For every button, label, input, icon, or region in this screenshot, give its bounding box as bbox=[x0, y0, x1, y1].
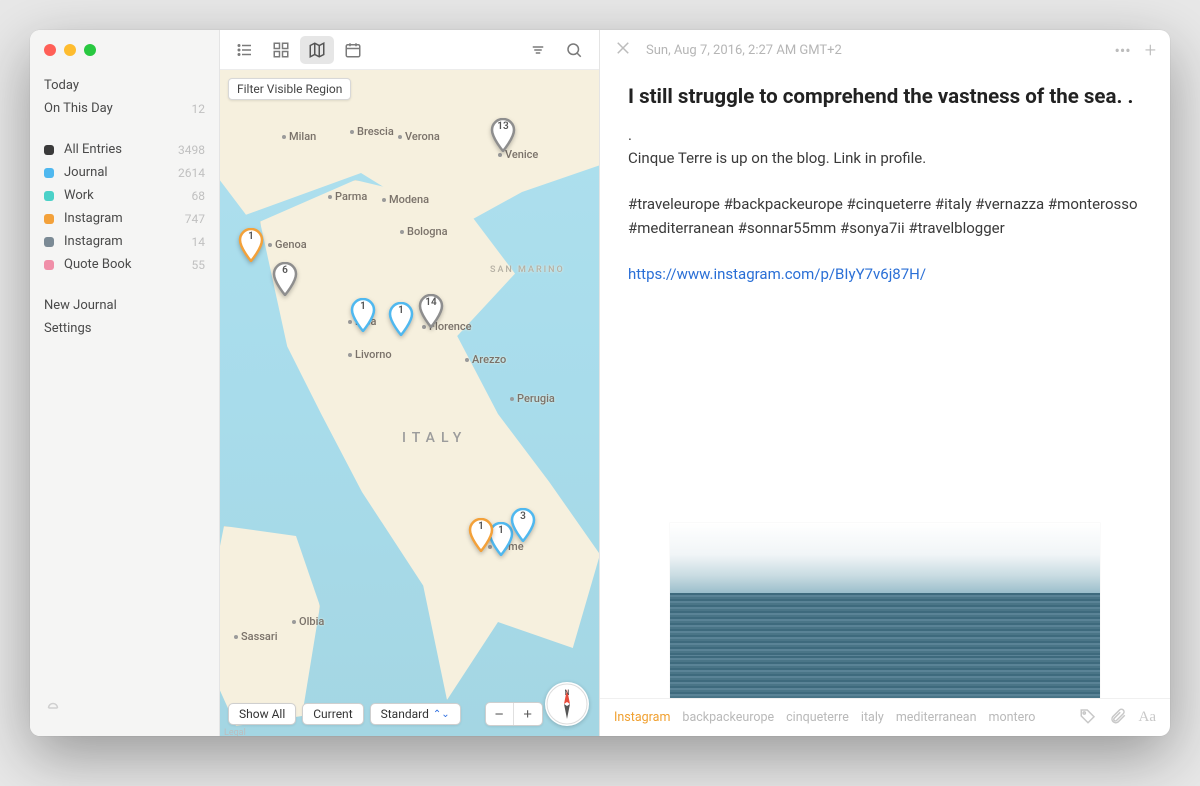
sidebar-journal-item[interactable]: Quote Book55 bbox=[30, 253, 219, 276]
sidebar-journal-item[interactable]: Instagram747 bbox=[30, 207, 219, 230]
city-label: Livorno bbox=[348, 348, 392, 361]
minimize-window-icon[interactable] bbox=[64, 44, 76, 56]
list-view-button[interactable] bbox=[228, 36, 262, 64]
legal-link[interactable]: Legal bbox=[224, 728, 246, 736]
country-label: ITALY bbox=[402, 430, 467, 446]
text-style-icon[interactable]: Aa bbox=[1139, 709, 1157, 726]
zoom-out-button[interactable]: − bbox=[486, 703, 514, 725]
sidebar-item-settings[interactable]: Settings bbox=[30, 317, 219, 340]
entry-body: I still struggle to comprehend the vastn… bbox=[600, 70, 1170, 698]
map-pin[interactable]: 1 bbox=[238, 228, 264, 262]
entry-tag[interactable]: montero bbox=[988, 710, 1035, 725]
sidebar-journal-item[interactable]: Work68 bbox=[30, 184, 219, 207]
sidebar-item-today[interactable]: Today bbox=[30, 74, 219, 97]
entry-tag[interactable]: mediterranean bbox=[896, 710, 977, 725]
zoom-in-button[interactable]: + bbox=[514, 703, 542, 725]
sync-status-icon bbox=[30, 696, 219, 726]
city-label: Verona bbox=[398, 130, 440, 143]
map-pin[interactable]: 13 bbox=[490, 118, 516, 152]
calendar-view-button[interactable] bbox=[336, 36, 370, 64]
city-label: Modena bbox=[382, 193, 429, 206]
entry-tag[interactable]: cinqueterre bbox=[786, 710, 849, 725]
city-label: Milan bbox=[282, 130, 316, 143]
entry-tag[interactable]: italy bbox=[861, 710, 884, 725]
sidebar-item-new-journal[interactable]: New Journal bbox=[30, 294, 219, 317]
fullscreen-window-icon[interactable] bbox=[84, 44, 96, 56]
map-pin[interactable]: 14 bbox=[418, 294, 444, 328]
close-entry-button[interactable] bbox=[614, 39, 632, 61]
map-pin[interactable]: 1 bbox=[350, 298, 376, 332]
map-pin[interactable]: 3 bbox=[510, 508, 536, 542]
entry-tag[interactable]: Instagram bbox=[614, 710, 670, 725]
show-all-button[interactable]: Show All bbox=[228, 703, 296, 725]
entry-tag[interactable]: backpackeurope bbox=[682, 710, 774, 725]
svg-text:N: N bbox=[565, 689, 570, 697]
entry-text[interactable]: . Cinque Terre is up on the blog. Link i… bbox=[628, 124, 1142, 287]
new-entry-button[interactable]: + bbox=[1145, 38, 1156, 62]
window-controls bbox=[30, 40, 219, 74]
city-label: Genoa bbox=[268, 238, 307, 251]
entry-image[interactable] bbox=[670, 523, 1100, 698]
more-menu-button[interactable]: ••• bbox=[1114, 41, 1130, 60]
filter-button[interactable] bbox=[521, 36, 555, 64]
map-style-select[interactable]: Standard⌃⌄ bbox=[370, 703, 461, 725]
map-canvas[interactable]: Filter Visible Region Milan Brescia Verona… bbox=[220, 70, 599, 736]
sidebar: TodayOn This Day12 All Entries3498Journa… bbox=[30, 30, 220, 736]
attachment-icon[interactable] bbox=[1109, 707, 1127, 729]
city-label: Bologna bbox=[400, 225, 448, 238]
city-label: Arezzo bbox=[465, 353, 506, 366]
search-button[interactable] bbox=[557, 36, 591, 64]
sidebar-item-on-this-day[interactable]: On This Day12 bbox=[30, 97, 219, 120]
sidebar-journal-item[interactable]: All Entries3498 bbox=[30, 138, 219, 161]
city-label: Brescia bbox=[350, 125, 394, 138]
map-pin[interactable]: 1 bbox=[388, 302, 414, 336]
app-window: TodayOn This Day12 All Entries3498Journa… bbox=[30, 30, 1170, 736]
sidebar-journal-item[interactable]: Instagram14 bbox=[30, 230, 219, 253]
zoom-control: − + bbox=[485, 702, 543, 726]
city-label: Sassari bbox=[234, 630, 278, 643]
region-label: SAN MARINO bbox=[490, 265, 565, 275]
entry-date[interactable]: Sun, Aug 7, 2016, 2:27 AM GMT+2 bbox=[646, 43, 842, 58]
entry-title[interactable]: I still struggle to comprehend the vastn… bbox=[628, 84, 1142, 112]
map-pin[interactable]: 1 bbox=[468, 518, 494, 552]
grid-view-button[interactable] bbox=[264, 36, 298, 64]
entry-pane: Sun, Aug 7, 2016, 2:27 AM GMT+2 ••• + I … bbox=[600, 30, 1170, 736]
compass-icon[interactable]: N bbox=[545, 682, 589, 726]
middle-pane: Filter Visible Region Milan Brescia Verona… bbox=[220, 30, 600, 736]
city-label: Parma bbox=[328, 190, 367, 203]
entry-footer: Instagrambackpackeuropecinqueterreitalym… bbox=[600, 698, 1170, 736]
map-controls: Show All Current Standard⌃⌄ − + bbox=[228, 702, 543, 726]
tag-icon[interactable] bbox=[1079, 707, 1097, 729]
filter-visible-region-button[interactable]: Filter Visible Region bbox=[228, 78, 351, 100]
entry-link[interactable]: https://www.instagram.com/p/BIyY7v6j87H/ bbox=[628, 265, 926, 283]
map-pin[interactable]: 6 bbox=[272, 262, 298, 296]
entry-toolbar: Sun, Aug 7, 2016, 2:27 AM GMT+2 ••• + bbox=[600, 30, 1170, 70]
city-label: Perugia bbox=[510, 392, 555, 405]
sidebar-journal-item[interactable]: Journal2614 bbox=[30, 161, 219, 184]
current-location-button[interactable]: Current bbox=[302, 703, 363, 725]
map-view-button[interactable] bbox=[300, 36, 334, 64]
close-window-icon[interactable] bbox=[44, 44, 56, 56]
view-toolbar bbox=[220, 30, 599, 70]
city-label: Olbia bbox=[292, 615, 324, 628]
